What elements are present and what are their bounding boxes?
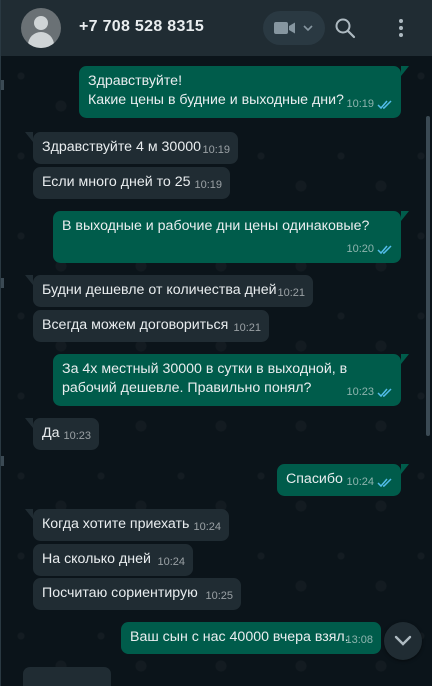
- chat-header: +7 708 528 8315: [1, 0, 432, 56]
- read-ticks-icon: [377, 388, 392, 398]
- message-text: Да: [42, 425, 60, 441]
- message-meta: 10:23: [346, 383, 393, 402]
- message-meta: 13:08: [345, 631, 373, 650]
- message-time: 10:24: [157, 556, 185, 568]
- message-time: 10:21: [233, 322, 261, 334]
- message-text: За 4х местный 30000 в сутки в выходной, …: [62, 361, 348, 396]
- message-time: 10:25: [205, 590, 233, 602]
- avatar-head: [34, 16, 48, 30]
- incoming-message[interactable]: Всегда можем договориться 10:21: [33, 310, 269, 342]
- message-time: 10:20: [346, 243, 374, 255]
- bubble-tail: [401, 464, 409, 474]
- message-time: 13:08: [345, 634, 373, 646]
- avatar-body: [28, 32, 54, 48]
- bubble-tail: [25, 275, 33, 285]
- edge-mark: [1, 80, 4, 90]
- incoming-message-partial: [23, 667, 111, 686]
- message-time: 10:19: [194, 179, 222, 191]
- message-meta: 10:19: [202, 141, 230, 160]
- message-time: 10:24: [346, 476, 374, 488]
- incoming-message[interactable]: Посчитаю сориентирую 10:25: [33, 578, 241, 610]
- message-text: Здравствуйте! Какие цены в будние и выхо…: [88, 73, 344, 108]
- video-call-button[interactable]: [263, 11, 325, 45]
- message-time: 10:19: [202, 144, 230, 156]
- outgoing-message[interactable]: Ваш сын с нас 40000 вчера взял. 13:08: [121, 622, 381, 654]
- message-time: 10:24: [193, 521, 221, 533]
- video-call-icon: [274, 22, 295, 34]
- message-text: Здравствуйте 4 м 30000: [42, 139, 201, 155]
- message-meta: 10:24: [193, 518, 221, 537]
- message-text: Спасибо: [286, 471, 343, 487]
- incoming-message[interactable]: Когда хотите приехать 10:24: [25, 509, 229, 541]
- message-text: Когда хотите приехать: [42, 516, 190, 532]
- message-meta: 10:19: [346, 95, 393, 114]
- scrollbar[interactable]: [426, 116, 430, 436]
- bubble-tail: [401, 66, 409, 76]
- incoming-message[interactable]: Здравствуйте 4 м 30000 10:19: [25, 132, 238, 164]
- read-ticks-icon: [377, 100, 392, 110]
- incoming-message[interactable]: На сколько дней 10:24: [33, 544, 193, 576]
- message-text: В выходные и рабочие дни цены одинаковые…: [62, 218, 370, 234]
- message-meta: 10:24: [346, 473, 393, 492]
- outgoing-message[interactable]: За 4х местный 30000 в сутки в выходной, …: [53, 354, 409, 406]
- message-text: Посчитаю сориентирую: [42, 585, 198, 601]
- message-time: 10:23: [63, 430, 91, 442]
- message-time: 10:19: [346, 98, 374, 110]
- incoming-message[interactable]: Если много дней то 25 10:19: [33, 167, 230, 199]
- message-text: Ваш сын с нас 40000 вчера взял.: [130, 629, 349, 645]
- chat-window: +7 708 528 8315 Здравствуйте! Какие цены…: [0, 0, 432, 686]
- message-time: 10:21: [277, 287, 305, 299]
- outgoing-message[interactable]: В выходные и рабочие дни цены одинаковые…: [53, 211, 409, 263]
- message-meta: 10:21: [277, 284, 305, 303]
- message-meta: 10:25: [205, 587, 233, 606]
- bubble-tail: [25, 418, 33, 428]
- message-text: Всегда можем договориться: [42, 317, 229, 333]
- avatar[interactable]: [21, 8, 61, 48]
- scroll-to-bottom-button[interactable]: [384, 622, 422, 660]
- message-meta: 10:24: [157, 553, 185, 572]
- search-icon[interactable]: [333, 16, 357, 40]
- incoming-message[interactable]: Будни дешевле от количества дней 10:21: [25, 275, 313, 307]
- bubble-tail: [401, 211, 409, 221]
- message-time: 10:23: [346, 386, 374, 398]
- message-meta: 10:23: [63, 427, 91, 446]
- bubble-tail: [25, 132, 33, 142]
- message-text: Будни дешевле от количества дней: [42, 282, 277, 298]
- chevron-down-icon: [394, 635, 412, 646]
- edge-mark: [1, 456, 4, 466]
- message-list[interactable]: Здравствуйте! Какие цены в будние и выхо…: [1, 56, 432, 686]
- message-text: Если много дней то 25: [42, 174, 191, 190]
- incoming-message[interactable]: Да 10:23: [25, 418, 99, 450]
- chevron-down-icon: [303, 25, 313, 32]
- message-meta: 10:20: [346, 240, 393, 259]
- message-text: На сколько дней: [42, 551, 151, 567]
- outgoing-message[interactable]: Спасибо 10:24: [277, 464, 409, 496]
- edge-mark: [1, 278, 4, 288]
- read-ticks-icon: [377, 245, 392, 255]
- message-meta: 10:21: [233, 319, 261, 338]
- message-meta: 10:19: [194, 176, 222, 195]
- bubble-tail: [25, 509, 33, 519]
- contact-name[interactable]: +7 708 528 8315: [79, 18, 204, 36]
- outgoing-message[interactable]: Здравствуйте! Какие цены в будние и выхо…: [79, 66, 409, 118]
- read-ticks-icon: [377, 478, 392, 488]
- menu-icon[interactable]: [389, 16, 413, 40]
- bubble-tail: [401, 354, 409, 364]
